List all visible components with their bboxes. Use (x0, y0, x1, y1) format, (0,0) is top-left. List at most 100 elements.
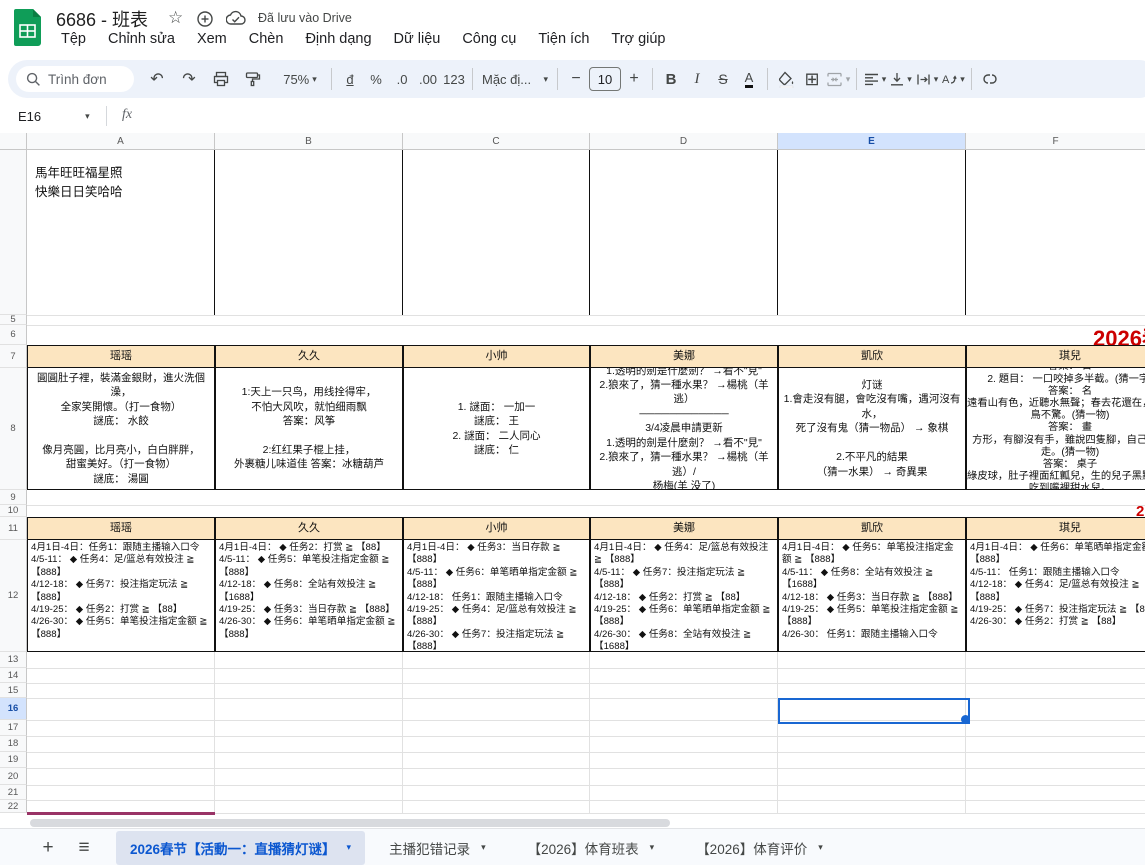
row-header-14[interactable]: 14 (0, 668, 27, 683)
menu-format[interactable]: Định dạng (296, 29, 380, 49)
cell-D11-name[interactable]: 美娜 (590, 517, 778, 540)
row-header-merged-top[interactable] (0, 150, 27, 315)
cell-F7-name[interactable]: 琪兒 (966, 345, 1145, 368)
cell-B12[interactable]: 4月1日-4日： ◆ 任务2：打赏 ≧ 【88】 4/5-11： ◆ 任务5：单… (215, 540, 403, 652)
cell-A11-name[interactable]: 瑶瑶 (27, 517, 215, 540)
column-header-D[interactable]: D (590, 133, 778, 150)
insert-link-button[interactable] (977, 66, 1003, 92)
row-header-21[interactable]: 21 (0, 785, 27, 800)
cell-A8[interactable]: 圓圓肚子裡，裝滿金銀財，進火洗個澡， 全家笑開懷。（打一食物） 謎底： 水餃 像… (27, 368, 215, 490)
borders-button[interactable]: ⊞ (799, 66, 825, 92)
column-header-E[interactable]: E (778, 133, 966, 150)
paint-format-button[interactable] (240, 66, 266, 92)
horizontal-align-button[interactable]: ▾ (862, 66, 888, 92)
row-header-20[interactable]: 20 (0, 768, 27, 785)
strikethrough-button[interactable]: S (710, 66, 736, 92)
fill-handle[interactable] (961, 715, 970, 724)
cell-B11-name[interactable]: 久久 (215, 517, 403, 540)
cell-C8[interactable]: 1. 謎面： 一加一 謎底： 王 2. 謎面： 二人同心 謎底： 仁 (403, 368, 590, 490)
bold-button[interactable]: B (658, 66, 684, 92)
move-to-folder-icon[interactable] (196, 10, 214, 28)
format-percent-button[interactable]: % (363, 66, 389, 92)
star-icon[interactable]: ☆ (168, 8, 183, 28)
menu-tools[interactable]: Công cụ (453, 29, 525, 49)
menu-edit[interactable]: Chỉnh sửa (99, 29, 184, 49)
add-sheet-button[interactable]: + (30, 837, 66, 859)
merge-cells-button[interactable]: ▾ (825, 66, 851, 92)
column-header-F[interactable]: F (966, 133, 1145, 150)
row-header-13[interactable]: 13 (0, 652, 27, 668)
row-header-19[interactable]: 19 (0, 752, 27, 768)
row-header-12[interactable]: 12 (0, 540, 27, 652)
row-header-5[interactable]: 5 (0, 315, 27, 325)
cell-C12[interactable]: 4月1日-4日： ◆ 任务3：当日存款 ≧ 【888】 4/5-11： ◆ 任务… (403, 540, 590, 652)
cell-E7-name[interactable]: 凱欣 (778, 345, 966, 368)
row-header-10[interactable]: 10 (0, 505, 27, 517)
row-header-15[interactable]: 15 (0, 683, 27, 698)
italic-button[interactable]: I (684, 66, 710, 92)
sheet-tab-3[interactable]: 【2026】体育评价 ▾ (682, 831, 837, 865)
row-header-22[interactable]: 22 (0, 800, 27, 813)
all-sheets-button[interactable]: ≡ (66, 837, 102, 859)
row-header-8[interactable]: 8 (0, 368, 27, 490)
menu-view[interactable]: Xem (188, 29, 236, 49)
decrease-font-size-button[interactable]: − (563, 66, 589, 92)
row-header-7[interactable]: 7 (0, 345, 27, 368)
increase-font-size-button[interactable]: + (621, 66, 647, 92)
cell-A7-name[interactable]: 瑶瑶 (27, 345, 215, 368)
menu-file[interactable]: Tệp (52, 29, 95, 49)
horizontal-scrollbar[interactable] (30, 819, 670, 827)
cell-C11-name[interactable]: 小帅 (403, 517, 590, 540)
cell-B7-name[interactable]: 久久 (215, 345, 403, 368)
sheet-tab-active[interactable]: 2026春节【活動一：直播猜灯谜】 ▾ (116, 831, 365, 865)
undo-button[interactable]: ↶ (144, 66, 170, 92)
row-header-17[interactable]: 17 (0, 720, 27, 736)
vertical-align-button[interactable]: ▾ (888, 66, 914, 92)
increase-decimal-button[interactable]: .00 (415, 66, 441, 92)
cell-A12[interactable]: 4月1日-4日：任务1：跟随主播输入口令 4/5-11： ◆ 任务4：足/篮总有… (27, 540, 215, 652)
format-currency-button[interactable]: đ (337, 66, 363, 92)
cell-D12[interactable]: 4月1日-4日： ◆ 任务4：足/篮总有效投注 ≧ 【888】 4/5-11： … (590, 540, 778, 652)
column-header-C[interactable]: C (403, 133, 590, 150)
column-header-A[interactable]: A (27, 133, 215, 150)
zoom-control[interactable]: 75% ▾ (274, 66, 326, 92)
font-size-input[interactable]: 10 (589, 67, 621, 91)
fill-color-button[interactable] (773, 66, 799, 92)
cloud-saved-icon[interactable] (226, 10, 246, 27)
print-button[interactable] (208, 66, 234, 92)
cell-A1-note[interactable]: 馬年旺旺福星照 快樂日日笑哈哈 (27, 150, 215, 315)
text-color-button[interactable]: A (736, 66, 762, 92)
text-wrap-button[interactable]: ▾ (914, 66, 940, 92)
menu-data[interactable]: Dữ liệu (385, 29, 450, 49)
cell-F11-name[interactable]: 琪兒 (966, 517, 1145, 540)
sheet-tab-2[interactable]: 【2026】体育班表 ▾ (514, 831, 669, 865)
cell-F12[interactable]: 4月1日-4日： ◆ 任务6：单笔晒单指定金额 ≧ 【888】 4/5-11： … (966, 540, 1145, 652)
cell-D7-name[interactable]: 美娜 (590, 345, 778, 368)
cell-C7-name[interactable]: 小帅 (403, 345, 590, 368)
row-header-11[interactable]: 11 (0, 517, 27, 540)
sheet-tab-1[interactable]: 主播犯错记录 ▾ (375, 831, 500, 865)
cell-E12[interactable]: 4月1日-4日： ◆ 任务5：单笔投注指定金额 ≧ 【888】 4/5-11： … (778, 540, 966, 652)
font-selector[interactable]: Mặc đị... ▾ (478, 66, 552, 92)
select-all-corner[interactable] (0, 133, 27, 150)
column-header-B[interactable]: B (215, 133, 403, 150)
name-box[interactable]: E16 ▾ (12, 105, 104, 127)
menu-insert[interactable]: Chèn (240, 29, 293, 49)
cell-B8[interactable]: 1:天上一只鸟，用线拴得牢， 不怕大风吹，就怕细雨飘 答案：风筝 2:红红果子棍… (215, 368, 403, 490)
cell-E11-name[interactable]: 凱欣 (778, 517, 966, 540)
menu-help[interactable]: Trợ giúp (602, 29, 674, 49)
cell-D8[interactable]: 1.透明的劍是什麼劍？ →看不"見" 2.狼來了，猜一種水果？ →楊桃（羊逃） … (590, 368, 778, 490)
cell-E8[interactable]: 灯谜 1.會走沒有腿，會吃沒有嘴，遇河沒有水， 死了沒有鬼（猜一物品） → 象棋… (778, 368, 966, 490)
more-formats-button[interactable]: 123 (441, 66, 467, 92)
menu-extensions[interactable]: Tiện ích (529, 29, 598, 49)
row-header-18[interactable]: 18 (0, 736, 27, 752)
row-header-6[interactable]: 6 (0, 325, 27, 345)
decrease-decimal-button[interactable]: .0 (389, 66, 415, 92)
redo-button[interactable]: ↷ (176, 66, 202, 92)
cell-F8[interactable]: 畫時圓，寫時方；冬時短，夏時長。(猜一字) 答案： 日 2. 題目： 一口咬掉多… (966, 368, 1145, 490)
text-rotation-button[interactable]: A ▾ (940, 66, 966, 92)
row-header-16[interactable]: 16 (0, 698, 27, 720)
row-header-9[interactable]: 9 (0, 490, 27, 505)
selected-cell-E16[interactable] (778, 698, 970, 724)
menus-search-box[interactable]: Trình đơn (16, 66, 134, 92)
